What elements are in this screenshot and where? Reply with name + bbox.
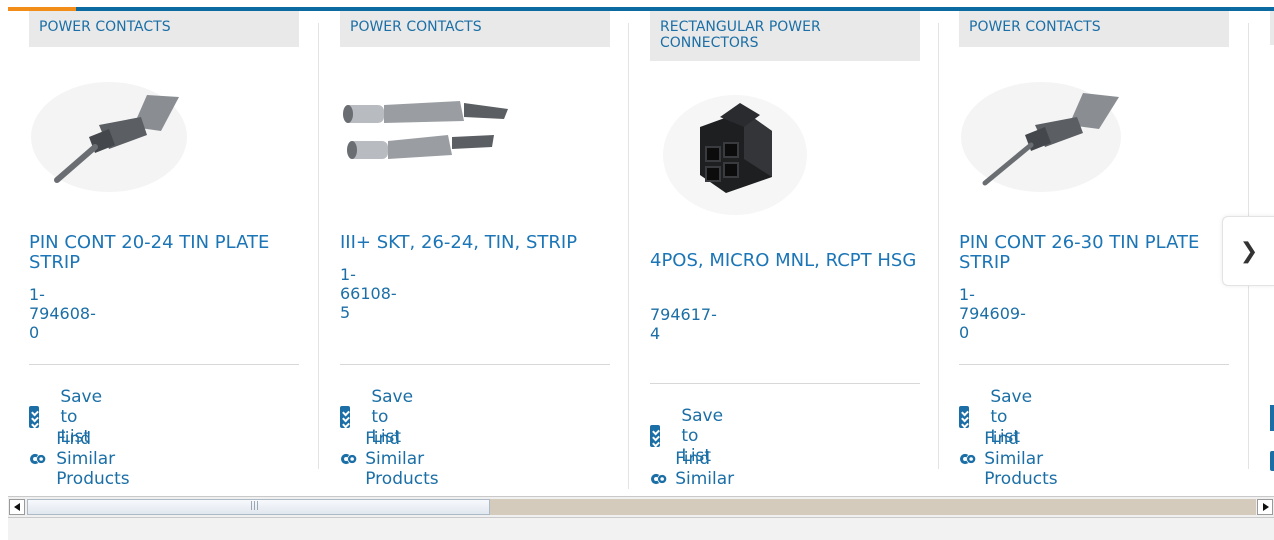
gears-icon [960,453,977,465]
find-similar-label: Find Similar Products [365,429,439,489]
checklist-icon [29,406,46,429]
category-tag[interactable]: POWER CONTACTS [959,11,1229,47]
scroll-right-arrow[interactable] [1257,499,1273,515]
next-card-save-edge [1270,405,1274,431]
divider-line [650,383,920,384]
gears-icon [30,453,47,465]
category-tag[interactable]: RECTANGULAR POWER CONNECTORS [650,11,920,61]
card-divider [938,23,939,469]
product-title[interactable]: 4POS, MICRO MNL, RCPT HSG [650,251,920,271]
scroll-left-arrow[interactable] [9,499,25,515]
checklist-icon [959,406,976,429]
find-similar-label: Find Similar Products [984,429,1058,489]
pin-contact-image[interactable] [959,77,1124,192]
product-title[interactable]: III+ SKT, 26-24, TIN, STRIP [340,233,610,253]
divider-line [340,364,610,365]
gears-icon [651,473,668,485]
find-similar-label: Find Similar Products [56,429,130,489]
carousel-next-button[interactable]: ❯ [1222,216,1274,286]
card-divider [318,23,319,469]
divider-line [29,364,299,365]
part-number[interactable]: 1-66108-5 [340,265,397,322]
category-tag[interactable]: POWER CONTACTS [340,11,610,47]
chevron-right-icon: ❯ [1239,238,1259,264]
pin-contact-image[interactable] [29,77,189,192]
connector-housing-image[interactable] [660,87,810,217]
product-title[interactable]: PIN CONT 26-30 TIN PLATE STRIP [959,233,1229,273]
part-number[interactable]: 1-794609-0 [959,285,1026,342]
find-similar-button[interactable]: Find Similar Products [959,429,1074,489]
checklist-icon [650,425,667,448]
gears-icon [341,453,358,465]
scrollbar-track[interactable] [490,499,1256,515]
checklist-icon [340,406,357,429]
card-divider [628,23,629,489]
part-number[interactable]: 1-794608-0 [29,285,96,342]
next-card-gear-edge [1270,451,1274,471]
find-similar-button[interactable]: Find Similar Products [340,429,455,489]
find-similar-button[interactable]: Find Similar Products [29,429,146,489]
product-carousel: POWER CONTACTS PIN CONT 20-24 TIN PLATE … [8,11,1274,489]
scrollbar-thumb[interactable] [27,499,490,515]
part-number[interactable]: 794617-4 [650,305,717,343]
divider-line [959,364,1229,365]
find-similar-button[interactable]: Find Similar Products [650,449,765,489]
footer-area [8,518,1274,540]
horizontal-scrollbar[interactable] [8,496,1274,518]
find-similar-label: Find Similar Products [675,449,735,489]
category-tag[interactable]: POWER CONTACTS [29,11,299,47]
next-card-tag-edge [1270,11,1274,45]
socket-contacts-image[interactable] [340,91,510,181]
product-title[interactable]: PIN CONT 20-24 TIN PLATE STRIP [29,233,299,273]
